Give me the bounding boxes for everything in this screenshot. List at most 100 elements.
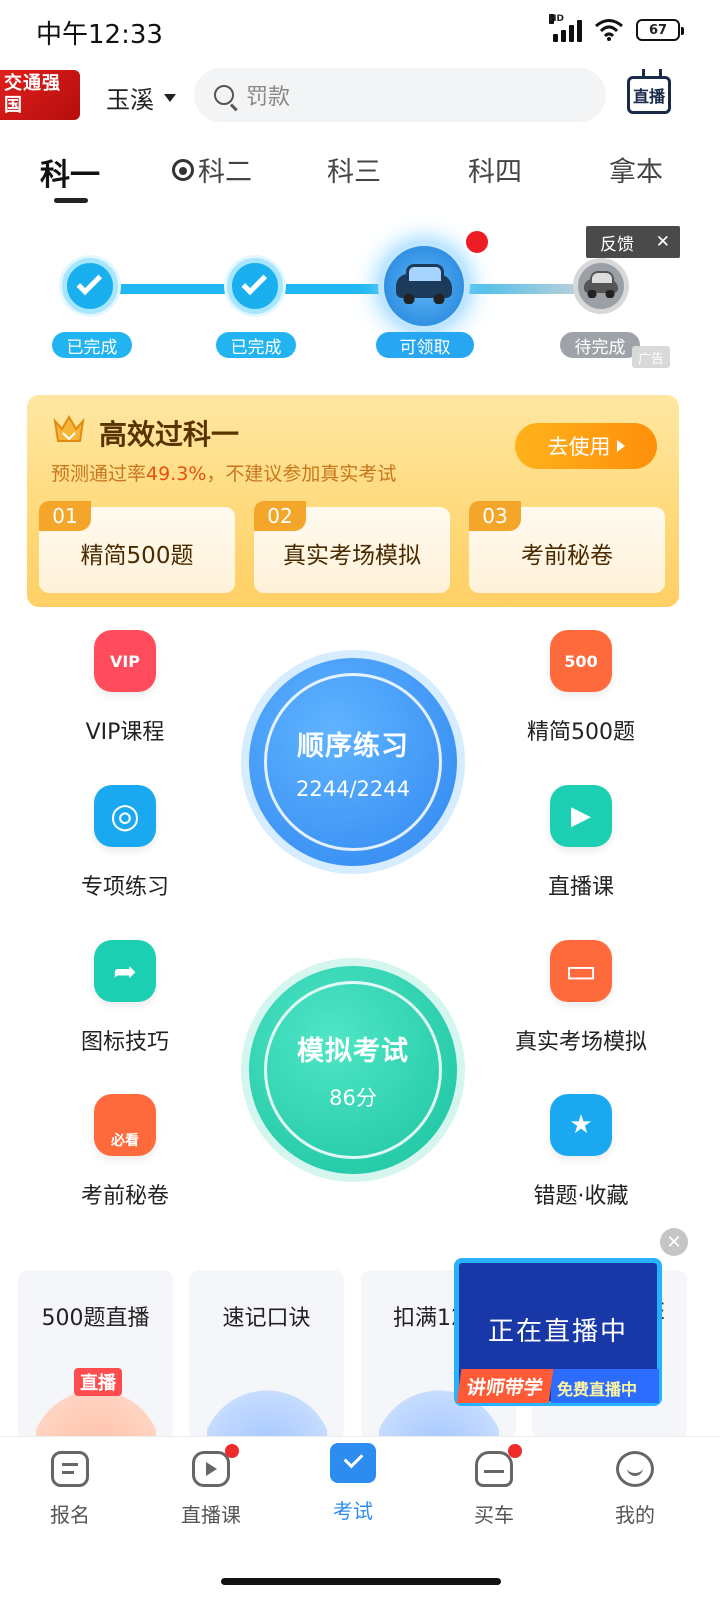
live-card-illustration: [207, 1366, 327, 1440]
status-icons: HD 67: [549, 14, 684, 42]
feedback-label: 反馈: [600, 234, 634, 255]
nav-label: 直播课: [181, 1503, 241, 1527]
use-button[interactable]: 去使用: [515, 423, 657, 469]
feature-label: 专项练习: [80, 875, 169, 900]
practice-progress: 2244/2244: [296, 776, 410, 801]
promo-item-number: 02: [254, 501, 306, 531]
live-now-popup[interactable]: 正在直播中 讲师带学 免费直播中: [454, 1258, 662, 1406]
tab-subject-1[interactable]: 科一: [40, 150, 100, 194]
live-card-title: 500题直播: [41, 1306, 150, 1331]
bookmark-icon: ★: [550, 1094, 612, 1156]
promo-subtitle: 预测通过率49.3%，不建议参加真实考试: [51, 463, 397, 485]
live-now-banner: 讲师带学 免费直播中: [456, 1369, 659, 1403]
live-card[interactable]: 速记口诀: [189, 1270, 344, 1440]
promo-item-1[interactable]: 01 精简500题: [39, 501, 235, 593]
500-icon: 500: [550, 630, 612, 692]
step-4-label: 待完成: [560, 332, 640, 358]
nav-exam[interactable]: 考试: [293, 1443, 413, 1524]
step-2-check-icon: [227, 258, 283, 314]
nav-live-course[interactable]: 直播课: [151, 1444, 271, 1528]
feature-label: 真实考场模拟: [514, 1030, 647, 1055]
nav-badge-dot: [508, 1444, 522, 1458]
nav-badge-dot: [225, 1444, 239, 1458]
search-icon: [214, 85, 234, 105]
ad-tag: 广告: [632, 346, 670, 368]
wifi-icon: [595, 19, 623, 41]
promo-item-number: 01: [39, 501, 91, 531]
city-selector[interactable]: 玉溪: [106, 80, 176, 115]
promo-item-2[interactable]: 02 真实考场模拟: [254, 501, 450, 593]
live-tv-button[interactable]: 直播: [627, 76, 671, 114]
signup-icon: [51, 1451, 89, 1487]
paper-icon: 必看: [94, 1094, 156, 1156]
mock-exam-button[interactable]: 模拟考试 86分: [249, 966, 457, 1174]
monitor-icon: ▭: [550, 940, 612, 1002]
promo-card[interactable]: 高效过科一 预测通过率49.3%，不建议参加真实考试 去使用 01 精简500题…: [27, 395, 679, 607]
car-icon: [475, 1444, 522, 1487]
search-placeholder: 罚款: [246, 85, 291, 110]
nav-label: 报名: [50, 1503, 90, 1527]
nav-label: 买车: [474, 1503, 514, 1527]
close-popup-icon[interactable]: ✕: [660, 1228, 688, 1256]
battery-level: 67: [648, 22, 668, 38]
feature-label: 精简500题: [527, 720, 635, 745]
exam-icon: [330, 1443, 376, 1483]
tab-label: 科三: [327, 157, 381, 188]
status-bar: 中午12:33 HD 67: [0, 0, 720, 64]
steering-wheel-icon: [172, 158, 194, 181]
nav-profile[interactable]: 我的: [575, 1451, 695, 1528]
close-icon[interactable]: ✕: [656, 232, 670, 252]
feature-label: 考前秘卷: [80, 1184, 169, 1209]
sign-icon: ➦: [94, 940, 156, 1002]
tab-label: 科一: [40, 158, 100, 193]
feature-sign-tips[interactable]: ➦ 图标技巧: [35, 940, 215, 1056]
promo-item-label: 考前秘卷: [521, 543, 613, 569]
search-bar[interactable]: 罚款: [194, 68, 606, 122]
feedback-button[interactable]: 反馈 ✕: [586, 226, 680, 258]
nav-signup[interactable]: 报名: [10, 1451, 130, 1528]
tab-subject-3[interactable]: 科三: [327, 150, 381, 189]
video-icon: ▶: [550, 785, 612, 847]
nav-buy-car[interactable]: 买车: [434, 1444, 554, 1528]
live-card[interactable]: 500题直播 直播: [18, 1270, 173, 1440]
feature-mistakes-favorites[interactable]: ★ 错题·收藏: [491, 1094, 671, 1210]
promo-item-3[interactable]: 03 考前秘卷: [469, 501, 665, 593]
battery-icon: 67: [636, 19, 684, 41]
mock-exam-title: 模拟考试: [297, 1035, 409, 1067]
step-3-label[interactable]: 可领取: [376, 332, 474, 358]
promo-item-label: 真实考场模拟: [283, 543, 421, 569]
status-time: 中午12:33: [36, 20, 163, 50]
step-1-label: 已完成: [52, 332, 132, 358]
step-3-car-icon[interactable]: [378, 240, 470, 332]
promo-title: 高效过科一: [99, 418, 240, 451]
app-logo[interactable]: 交通强国: [0, 70, 80, 120]
instructor-label: 讲师带学: [456, 1369, 554, 1403]
subject-tabs: 科一 科二 科三 科四 拿本: [0, 150, 720, 210]
feature-topic-practice[interactable]: ◎ 专项练习: [35, 785, 215, 901]
tab-label: 拿本: [609, 157, 663, 188]
feature-500-questions[interactable]: 500 精简500题: [491, 630, 671, 746]
promo-item-number: 03: [469, 501, 521, 531]
live-card-illustration: 直播: [36, 1366, 156, 1440]
arrow-right-icon: [616, 440, 625, 452]
nav-label: 我的: [615, 1503, 655, 1527]
step-2-label: 已完成: [216, 332, 296, 358]
city-label: 玉溪: [106, 86, 154, 114]
notification-dot: [464, 229, 490, 255]
live-tv-label: 直播: [632, 87, 665, 106]
feature-live-course[interactable]: ▶ 直播课: [491, 785, 671, 901]
live-card-title: 速记口诀: [222, 1306, 311, 1331]
vip-icon: VIP: [94, 630, 156, 692]
profile-icon: [616, 1451, 654, 1487]
tab-subject-2[interactable]: 科二: [172, 150, 252, 189]
practice-title: 顺序练习: [297, 730, 409, 762]
feature-exam-secret[interactable]: 必看 考前秘卷: [35, 1094, 215, 1210]
sequential-practice-button[interactable]: 顺序练习 2244/2244: [249, 658, 457, 866]
feature-label: VIP课程: [85, 720, 165, 745]
feature-real-exam-sim[interactable]: ▭ 真实考场模拟: [491, 940, 671, 1056]
tab-get-license[interactable]: 拿本: [609, 150, 663, 189]
feature-vip-course[interactable]: VIP VIP课程: [35, 630, 215, 746]
tab-label: 科四: [468, 157, 522, 188]
tab-subject-4[interactable]: 科四: [468, 150, 522, 189]
tab-label: 科二: [198, 157, 252, 188]
